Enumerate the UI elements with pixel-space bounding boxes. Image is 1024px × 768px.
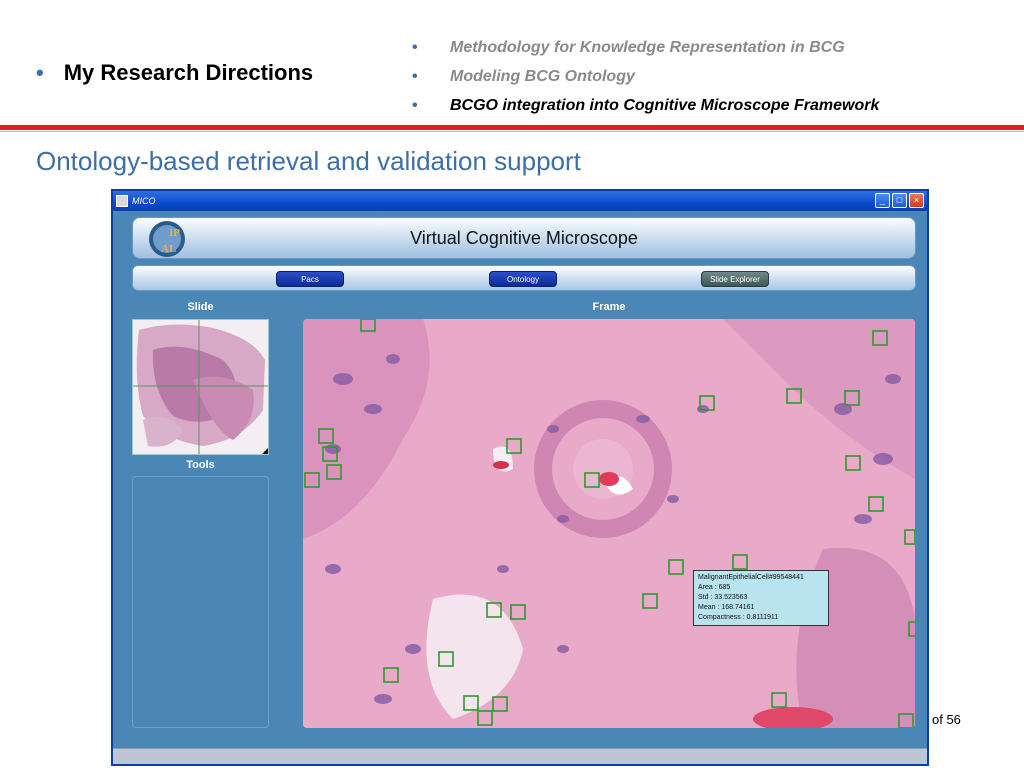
cell-compactness: Compactness : 0.8111911 [698,614,779,621]
slide-explorer-button[interactable]: Slide Explorer [701,271,769,287]
maximize-icon[interactable]: □ [892,193,907,208]
window-title: MICO [132,196,156,206]
histology-image [303,319,915,728]
slide-label: Slide [187,301,214,313]
header-divider-shadow [0,131,1024,132]
presentation-slide: • My Research Directions • Methodology for… [0,0,1024,768]
mico-app-window: MICO _ □ × IP AL Virtual Cognitive Micro… [111,189,929,766]
header-divider [0,125,1024,130]
main-bullet: • My Research Directions [36,60,313,86]
sub-bullet-item: • Modeling BCG Ontology [412,62,879,91]
sub-bullet-label: BCGO integration into Cognitive Microsco… [450,97,880,114]
bullet-dot: • [412,68,418,85]
ontology-button[interactable]: Ontology [489,271,557,287]
frame-label: Frame [592,301,626,313]
slide-thumbnail-image [133,320,268,454]
bullet-dot: • [36,60,44,85]
app-icon [116,195,128,207]
tools-label: Tools [186,459,215,471]
tools-panel [132,476,269,728]
pacs-button[interactable]: Pacs [276,271,344,287]
sub-bullet-label: Methodology for Knowledge Representation… [450,39,845,56]
cell-area: Area : 685 [698,584,731,591]
window-titlebar[interactable]: MICO _ □ × [113,191,927,211]
minimize-icon[interactable]: _ [875,193,890,208]
close-icon[interactable]: × [909,193,924,208]
window-controls: _ □ × [875,193,924,208]
slide-thumbnail[interactable] [132,319,269,455]
sub-bullet-list: • Methodology for Knowledge Representatio… [412,33,879,120]
cell-std: Std : 33.523563 [698,594,748,601]
cell-mean: Mean : 168.74161 [698,604,755,611]
app-banner: IP AL Virtual Cognitive Microscope [132,217,916,259]
bullet-dot: • [412,39,418,56]
frame-viewer[interactable] [303,319,915,728]
cell-info-tooltip: MalignantEpithelialCell#99548441 Area : … [693,570,829,626]
main-bullet-label: My Research Directions [63,60,314,85]
app-navbar: Pacs Ontology Slide Explorer [132,265,916,291]
status-bar [113,748,927,764]
page-number: of 56 [932,712,961,727]
bullet-dot: • [412,97,418,114]
sub-bullet-label: Modeling BCG Ontology [450,68,635,85]
app-title: Virtual Cognitive Microscope [410,228,638,248]
sub-bullet-item: • Methodology for Knowledge Representatio… [412,33,879,62]
section-title: Ontology-based retrieval and validation … [36,146,581,176]
sub-bullet-item-active: • BCGO integration into Cognitive Microsc… [412,91,879,120]
cell-name: MalignantEpithelialCell#99548441 [698,574,804,581]
